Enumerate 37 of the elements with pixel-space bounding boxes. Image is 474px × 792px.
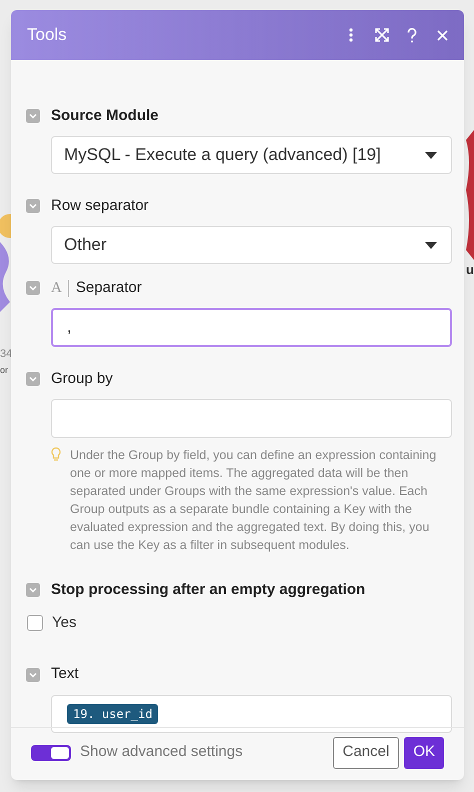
collapse-icon[interactable]: [26, 199, 40, 213]
canvas-label: or: [0, 364, 8, 377]
input-field[interactable]: 19. user_id: [51, 694, 452, 732]
field-label: Row separator: [51, 196, 149, 216]
checkbox[interactable]: [27, 615, 43, 632]
input-field[interactable]: ,: [51, 308, 452, 347]
collapse-icon[interactable]: [26, 583, 40, 597]
canvas-label: u: [466, 261, 474, 279]
ok-button[interactable]: OK: [404, 736, 444, 768]
canvas-label: 34: [0, 347, 12, 362]
collapse-icon[interactable]: [26, 668, 40, 682]
caret-icon: [425, 242, 437, 248]
select-field[interactable]: Other: [51, 226, 452, 264]
help-icon[interactable]: [407, 28, 417, 42]
select-field[interactable]: MySQL - Execute a query (advanced) [19]: [51, 136, 452, 174]
toggle-switch[interactable]: [31, 744, 71, 760]
field-label: Group by: [51, 368, 113, 389]
cancel-button[interactable]: Cancel: [332, 736, 400, 768]
collapse-icon[interactable]: [26, 109, 40, 123]
type-label: A: [51, 278, 62, 298]
input-field[interactable]: [51, 399, 452, 438]
collapse-icon[interactable]: [26, 281, 40, 295]
field-label: Stop processing after an empty aggregation: [51, 580, 366, 600]
field-label: Text: [51, 664, 79, 684]
mapped-item-tag: 19. user_id: [67, 704, 158, 724]
checkbox-label: Yes: [52, 613, 76, 633]
caret-icon: [425, 152, 437, 158]
hint-text: Under the Group by field, you can define an expression containing one or more mapped items. The aggregated data will be then separated under Groups with the same expression's value. Each Group outputs as a separate bundle containing a Key with the evaluated expression and the aggregated text. By doing this, you can use the Key as a filter in subsequent modules.: [70, 447, 438, 554]
toggle-label: Show advanced settings: [80, 742, 244, 762]
dialog-title: Tools: [27, 24, 68, 46]
close-icon[interactable]: [437, 30, 448, 40]
field-label: Source Module: [51, 106, 159, 126]
field-label: Separator: [76, 278, 142, 298]
expand-icon[interactable]: [375, 28, 389, 42]
lightbulb-icon: [51, 447, 61, 462]
more-icon[interactable]: [349, 28, 353, 42]
collapse-icon[interactable]: [26, 372, 40, 386]
